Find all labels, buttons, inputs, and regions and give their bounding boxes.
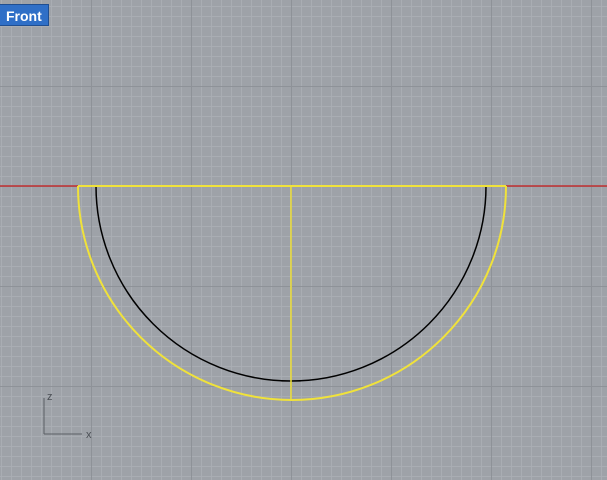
- grid-major: [0, 0, 607, 480]
- gizmo-x-label: x: [86, 429, 92, 441]
- viewport-title-tab[interactable]: Front: [0, 4, 49, 26]
- viewport-canvas[interactable]: x z: [0, 0, 607, 480]
- front-viewport[interactable]: x z Front: [0, 0, 607, 480]
- gizmo-z-label: z: [47, 391, 53, 403]
